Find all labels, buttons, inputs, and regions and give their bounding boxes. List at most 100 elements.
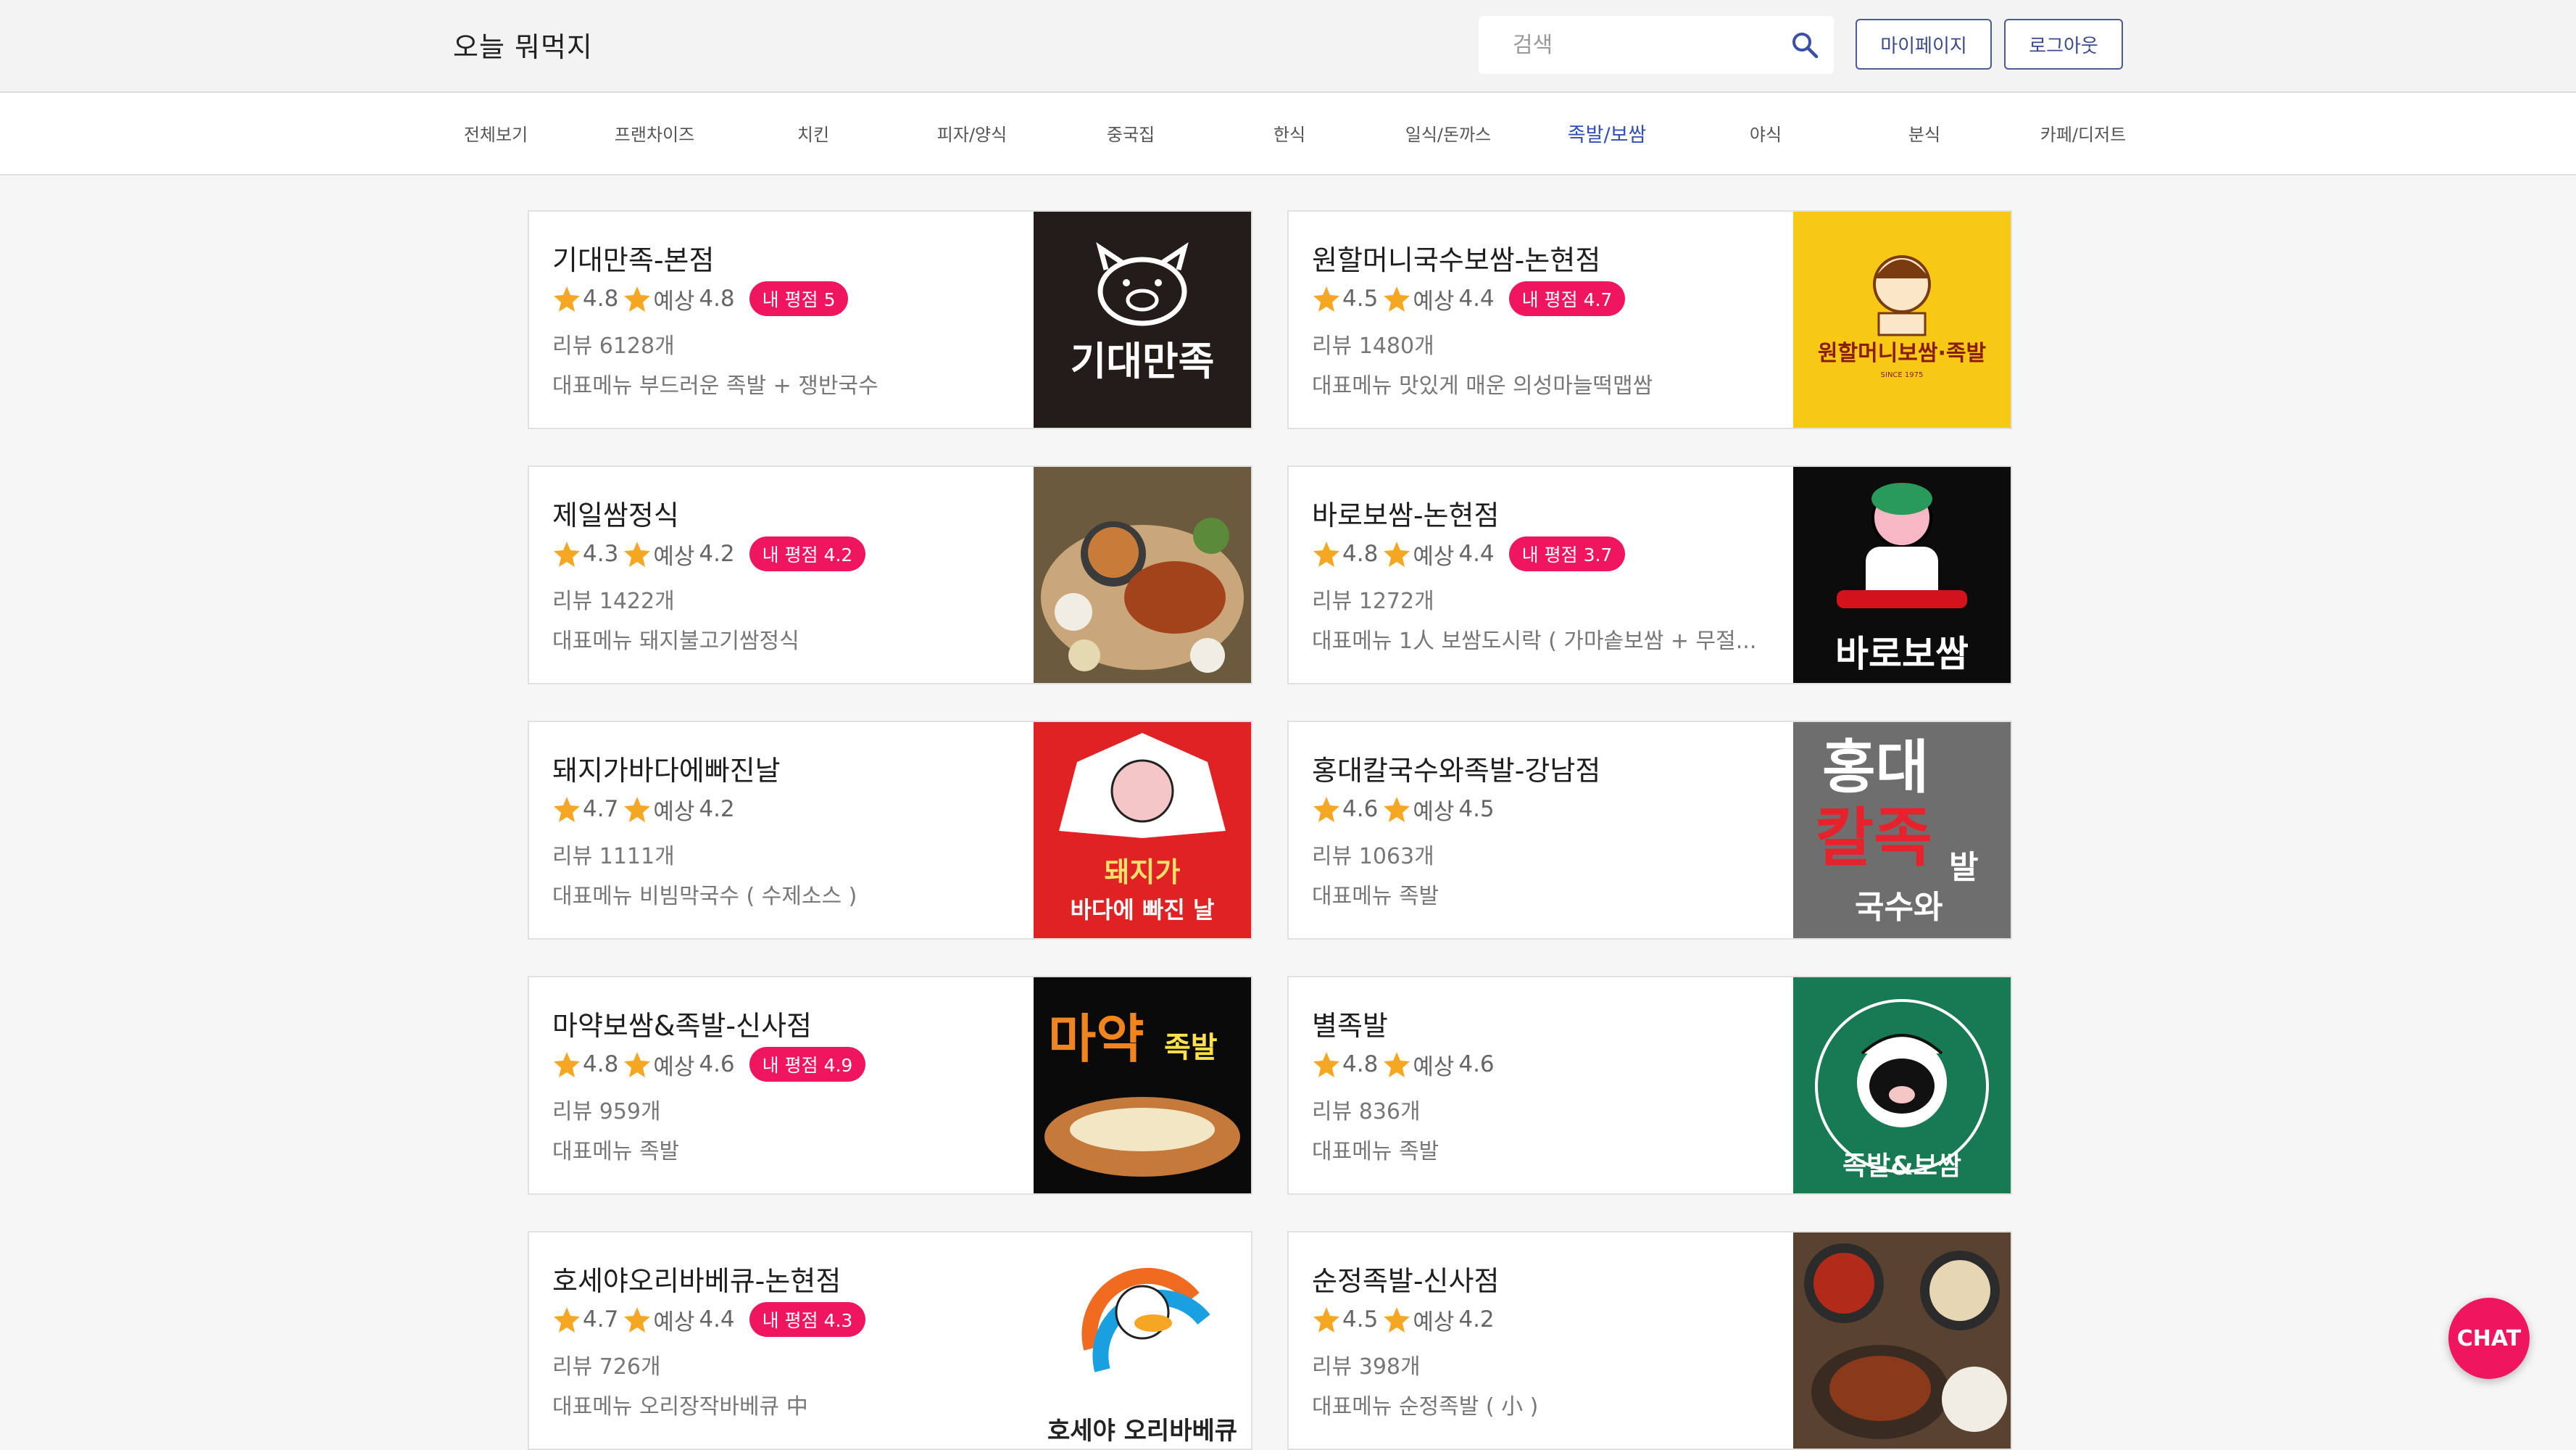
tab-pizza[interactable]: 피자/양식 xyxy=(892,120,1052,146)
restaurant-name[interactable]: 바로보쌈-논현점 xyxy=(1312,493,1499,533)
rating-row: 4.6 예상 4.5 xyxy=(1312,792,1499,826)
svg-text:족발&보쌈: 족발&보쌈 xyxy=(1842,1151,1961,1181)
restaurant-card[interactable]: 마약보쌈&족발-신사점 4.8 예상 4.6 내 평점 4.9 리뷰 959개 대… xyxy=(528,976,1252,1195)
restaurant-name[interactable]: 호세야오리바베큐-논현점 xyxy=(552,1259,841,1298)
signature-menu: 대표메뉴 맛있게 매운 의성마늘떡맵쌈 xyxy=(1312,373,1653,399)
restaurant-card[interactable]: 기대만족-본점 4.8 예상 4.8 내 평점 5 리뷰 6128개 대표메뉴 부… xyxy=(528,210,1252,429)
restaurant-thumbnail[interactable]: 호세야 오리바베큐 xyxy=(1034,1232,1251,1449)
restaurant-card[interactable]: 원할머니국수보쌈-논현점 4.5 예상 4.4 내 평점 4.7 리뷰 1480개… xyxy=(1287,210,2012,429)
restaurant-name[interactable]: 마약보쌈&족발-신사점 xyxy=(552,1003,812,1043)
restaurant-name[interactable]: 홍대칼국수와족발-강남점 xyxy=(1312,748,1600,788)
restaurant-name[interactable]: 기대만족-본점 xyxy=(552,238,714,278)
rating-row: 4.8 예상 4.6 내 평점 4.9 xyxy=(552,1047,866,1082)
star-icon xyxy=(554,1307,580,1333)
tab-jokbal-bossam[interactable]: 족발/보쌈 xyxy=(1527,119,1687,147)
thumb-text: 호세야 오리바베큐 xyxy=(1047,1417,1237,1446)
review-count: 리뷰 836개 xyxy=(1312,1099,1421,1124)
restaurant-card[interactable]: 제일쌈정식 4.3 예상 4.2 내 평점 4.2 리뷰 1422개 대표메뉴 돼… xyxy=(528,465,1252,684)
expected-label: 예상 xyxy=(1413,798,1455,825)
expected-value: 4.2 xyxy=(699,796,735,822)
star-icon xyxy=(624,797,651,822)
restaurant-name[interactable]: 별족발 xyxy=(1312,1003,1388,1043)
search-icon[interactable] xyxy=(1790,30,1819,59)
review-count: 리뷰 1480개 xyxy=(1312,334,1434,359)
expected-label: 예상 xyxy=(653,1309,695,1335)
restaurant-card[interactable]: 순정족발-신사점 4.5 예상 4.2 리뷰 398개 대표메뉴 순정족발 ( 小… xyxy=(1287,1231,2012,1450)
star-icon xyxy=(1384,1052,1410,1077)
restaurant-thumbnail[interactable]: 원할머니보쌈·족발 SINCE 1975 xyxy=(1793,212,2011,428)
restaurant-card[interactable]: 별족발 4.8 예상 4.6 리뷰 836개 대표메뉴 족발 족발&보쌈 xyxy=(1287,976,2012,1195)
tab-snack[interactable]: 분식 xyxy=(1845,120,2004,146)
tab-korean[interactable]: 한식 xyxy=(1210,120,1369,146)
tab-japanese[interactable]: 일식/돈까스 xyxy=(1368,120,1528,146)
star-icon xyxy=(1313,542,1339,567)
star-icon xyxy=(624,1052,651,1077)
restaurant-name[interactable]: 원할머니국수보쌈-논현점 xyxy=(1312,238,1600,278)
restaurant-name[interactable]: 제일쌈정식 xyxy=(552,493,679,533)
expected-value: 4.5 xyxy=(1458,796,1495,822)
tab-chicken[interactable]: 치킨 xyxy=(734,120,893,146)
thumb-text: 원할머니보쌈·족발 xyxy=(1818,341,1987,366)
restaurant-card[interactable]: 홍대칼국수와족발-강남점 4.6 예상 4.5 리뷰 1063개 대표메뉴 족발 … xyxy=(1287,721,2012,940)
rating-value: 4.8 xyxy=(583,286,619,312)
rating-value: 4.5 xyxy=(1342,286,1379,312)
restaurant-thumbnail[interactable]: 홍대 칼족 발 국수와 xyxy=(1793,722,2011,938)
review-count: 리뷰 959개 xyxy=(552,1099,661,1124)
tab-cafe[interactable]: 카페/디저트 xyxy=(2003,120,2163,146)
thumb-text: 바로보쌈 xyxy=(1835,633,1969,675)
restaurant-thumbnail[interactable]: 족발&보쌈 xyxy=(1793,977,2011,1193)
expected-value: 4.6 xyxy=(1458,1051,1495,1077)
mypage-button[interactable]: 마이페이지 xyxy=(1856,19,1992,70)
expected-value: 4.4 xyxy=(1458,286,1495,312)
my-rating-badge: 내 평점 5 xyxy=(749,281,849,316)
star-icon xyxy=(1313,1307,1339,1333)
my-rating-badge: 내 평점 4.3 xyxy=(749,1302,866,1337)
expected-value: 4.2 xyxy=(699,541,735,567)
expected-label: 예상 xyxy=(653,798,695,825)
star-icon xyxy=(624,1307,651,1333)
restaurant-name[interactable]: 순정족발-신사점 xyxy=(1312,1259,1499,1298)
svg-text:발: 발 xyxy=(1949,849,1978,886)
tab-franchise[interactable]: 프랜차이즈 xyxy=(575,120,734,146)
restaurant-card[interactable]: 호세야오리바베큐-논현점 4.7 예상 4.4 내 평점 4.3 리뷰 726개 … xyxy=(528,1231,1252,1450)
restaurant-thumbnail[interactable]: 기대만족 xyxy=(1034,212,1251,428)
star-icon xyxy=(554,797,580,822)
restaurant-thumbnail[interactable]: 돼지가 바다에 빠진 날 xyxy=(1034,722,1251,938)
expected-label: 예상 xyxy=(1413,543,1455,570)
chat-button[interactable]: CHAT xyxy=(2448,1298,2530,1379)
restaurant-thumbnail[interactable] xyxy=(1034,467,1251,683)
category-nav: 전체보기 프랜차이즈 치킨 피자/양식 중국집 한식 일식/돈까스 족발/보쌈 … xyxy=(0,93,2576,175)
svg-text:홍대: 홍대 xyxy=(1822,734,1929,801)
signature-menu: 대표메뉴 족발 xyxy=(1312,1139,1439,1164)
app-logo[interactable]: 오늘 뭐먹지 xyxy=(453,25,593,65)
restaurant-card[interactable]: 돼지가바다에빠진날 4.7 예상 4.2 리뷰 1111개 대표메뉴 비빔막국수 … xyxy=(528,721,1252,940)
rating-row: 4.3 예상 4.2 내 평점 4.2 xyxy=(552,536,866,571)
rating-value: 4.8 xyxy=(583,1051,619,1077)
restaurant-name[interactable]: 돼지가바다에빠진날 xyxy=(552,748,781,788)
expected-label: 예상 xyxy=(1413,1309,1455,1335)
review-count: 리뷰 726개 xyxy=(552,1354,661,1380)
rating-value: 4.8 xyxy=(1342,541,1379,567)
search-box[interactable] xyxy=(1479,16,1834,74)
restaurant-thumbnail[interactable]: 마약 족발 xyxy=(1034,977,1251,1193)
search-input[interactable] xyxy=(1511,26,1790,64)
restaurant-card[interactable]: 바로보쌈-논현점 4.8 예상 4.4 내 평점 3.7 리뷰 1272개 대표메… xyxy=(1287,465,2012,684)
expected-label: 예상 xyxy=(653,543,695,570)
expected-value: 4.4 xyxy=(1458,541,1495,567)
restaurant-thumbnail[interactable] xyxy=(1793,1232,2011,1449)
expected-label: 예상 xyxy=(653,288,695,315)
rating-value: 4.7 xyxy=(583,1306,619,1333)
star-icon xyxy=(1384,797,1410,822)
star-icon xyxy=(1384,542,1410,567)
tab-late-night[interactable]: 야식 xyxy=(1686,120,1845,146)
expected-value: 4.4 xyxy=(699,1306,735,1333)
tab-chinese[interactable]: 중국집 xyxy=(1051,120,1210,146)
star-icon xyxy=(1384,286,1410,312)
svg-text:마약: 마약 xyxy=(1048,1008,1144,1069)
rating-row: 4.7 예상 4.4 내 평점 4.3 xyxy=(552,1302,866,1337)
logout-button[interactable]: 로그아웃 xyxy=(2004,19,2123,70)
expected-label: 예상 xyxy=(1413,288,1455,315)
tab-all[interactable]: 전체보기 xyxy=(416,120,576,146)
restaurant-thumbnail[interactable]: 바로보쌈 xyxy=(1793,467,2011,683)
star-icon xyxy=(554,1052,580,1077)
